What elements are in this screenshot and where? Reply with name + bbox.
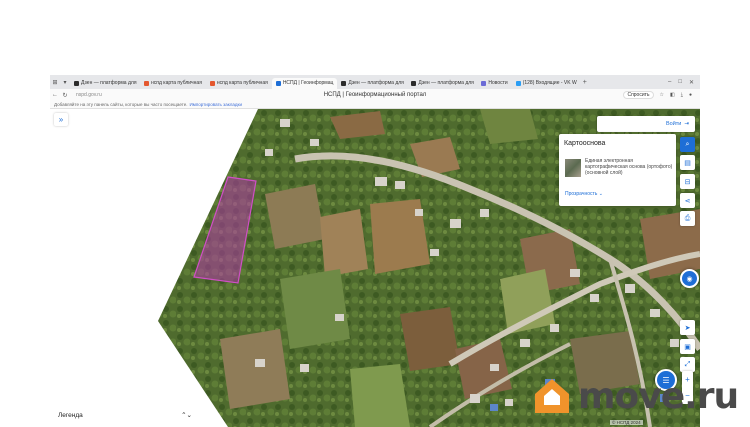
browser-tab[interactable]: нспд карта публичная	[140, 78, 206, 89]
close-icon[interactable]: ✕	[689, 79, 694, 86]
tab-favicon-icon	[515, 80, 521, 86]
print-icon[interactable]: ⎙	[680, 211, 695, 226]
expand-sidebar-button[interactable]: »	[54, 113, 68, 126]
tab-label: нспд карта публичная	[151, 80, 202, 86]
browser-tab-bar: ⊞ ▾ Дзен — платформа для нспд карта публи…	[50, 75, 700, 89]
login-label[interactable]: Войти	[666, 121, 681, 127]
browser-menu-icon[interactable]: ⊞	[50, 75, 60, 89]
browser-tab[interactable]: нспд карта публичная	[206, 78, 272, 89]
basemap-thumbnail[interactable]	[565, 159, 581, 177]
downloads-icon[interactable]: ⤓	[681, 92, 683, 98]
login-box[interactable]: Войти ⇥	[597, 116, 695, 132]
maximize-icon[interactable]: □	[678, 79, 682, 86]
legend-toggle-icon[interactable]: ⌃⌄	[181, 411, 192, 419]
bookmark-icon[interactable]: ☆	[660, 92, 664, 98]
extensions-icon[interactable]: ◧	[670, 92, 675, 98]
new-tab-button[interactable]: +	[583, 79, 587, 86]
user-location-icon[interactable]: ◉	[680, 269, 699, 288]
transparency-control[interactable]: Прозрачность ⌄	[565, 191, 603, 197]
share-icon[interactable]: ⋖	[680, 193, 695, 208]
tab-label: Дзен — платформа для	[348, 80, 404, 86]
tab-favicon-icon	[74, 80, 79, 86]
browser-tab[interactable]: Дзен — платформа для	[70, 78, 140, 89]
watermark-text: move.ru	[578, 375, 739, 417]
profile-icon[interactable]: ●	[689, 92, 692, 98]
tab-label: Новости	[488, 80, 508, 86]
tab-label: (128) Входящие - VK W	[522, 80, 577, 86]
tab-favicon-icon	[411, 80, 417, 86]
layers-icon[interactable]: ▤	[680, 155, 695, 170]
house-logo-icon	[535, 379, 569, 413]
tab-favicon-icon	[209, 80, 215, 86]
navigate-icon[interactable]: ➤	[680, 320, 695, 335]
search-icon[interactable]: ⌕	[680, 137, 695, 152]
bookmarks-hint: Добавляйте на эту панель сайты, которые …	[54, 102, 188, 107]
measure-icon[interactable]: ⊟	[680, 174, 695, 189]
fullscreen-icon[interactable]: ⤢	[680, 357, 695, 372]
tab-label: Дзен — платформа для	[418, 80, 474, 86]
basemap-panel: Картооснова Единая электронная картограф…	[559, 134, 676, 206]
basemap-description: Единая электронная картографическая осно…	[585, 158, 673, 176]
tab-label: нспд карта публичная	[216, 80, 268, 86]
login-icon[interactable]: ⇥	[684, 121, 689, 127]
browser-tab[interactable]: Новости	[477, 78, 511, 89]
tab-favicon-icon	[341, 80, 347, 86]
watermark-logo: move.ru	[532, 375, 739, 417]
tab-favicon-icon	[144, 80, 149, 86]
legend-label: Легенда	[58, 411, 83, 419]
bookmarks-bar: Добавляйте на эту панель сайты, которые …	[50, 101, 700, 109]
browser-tab[interactable]: Дзен — платформа для	[407, 78, 477, 89]
browser-tab[interactable]: (128) Входящие - VK W	[512, 78, 581, 89]
reload-icon[interactable]: ↻	[60, 92, 70, 99]
browser-tab[interactable]: Дзен — платформа для	[337, 78, 407, 89]
basemap-title: Картооснова	[564, 140, 606, 147]
tab-favicon-icon	[481, 80, 487, 86]
ask-button[interactable]: Спросить	[623, 91, 654, 99]
url-text[interactable]: nspd.gov.ru	[76, 92, 102, 98]
page-title: НСПД | Геоинформационный портал	[323, 92, 427, 98]
tab-favicon-icon	[275, 80, 281, 86]
address-bar: ← ↻ nspd.gov.ru НСПД | Геоинформационный…	[50, 89, 700, 101]
import-bookmarks-link[interactable]: Импортировать закладки	[190, 102, 242, 107]
tab-list-icon[interactable]: ▾	[60, 75, 70, 89]
map-type-icon[interactable]: ▣	[680, 339, 695, 354]
tab-label: НСПД | Геоинформац	[282, 80, 334, 86]
minimize-icon[interactable]: –	[668, 79, 671, 86]
tab-label: Дзен — платформа для	[81, 80, 137, 86]
map-attribution: © НСПД 2024	[610, 420, 643, 425]
page-top-blank	[0, 0, 750, 75]
transparency-label: Прозрачность	[565, 191, 598, 197]
browser-tab[interactable]: НСПД | Геоинформац	[271, 77, 338, 89]
back-icon[interactable]: ←	[50, 92, 60, 98]
legend-dropdown[interactable]: Легенда ⌃⌄	[50, 407, 200, 423]
